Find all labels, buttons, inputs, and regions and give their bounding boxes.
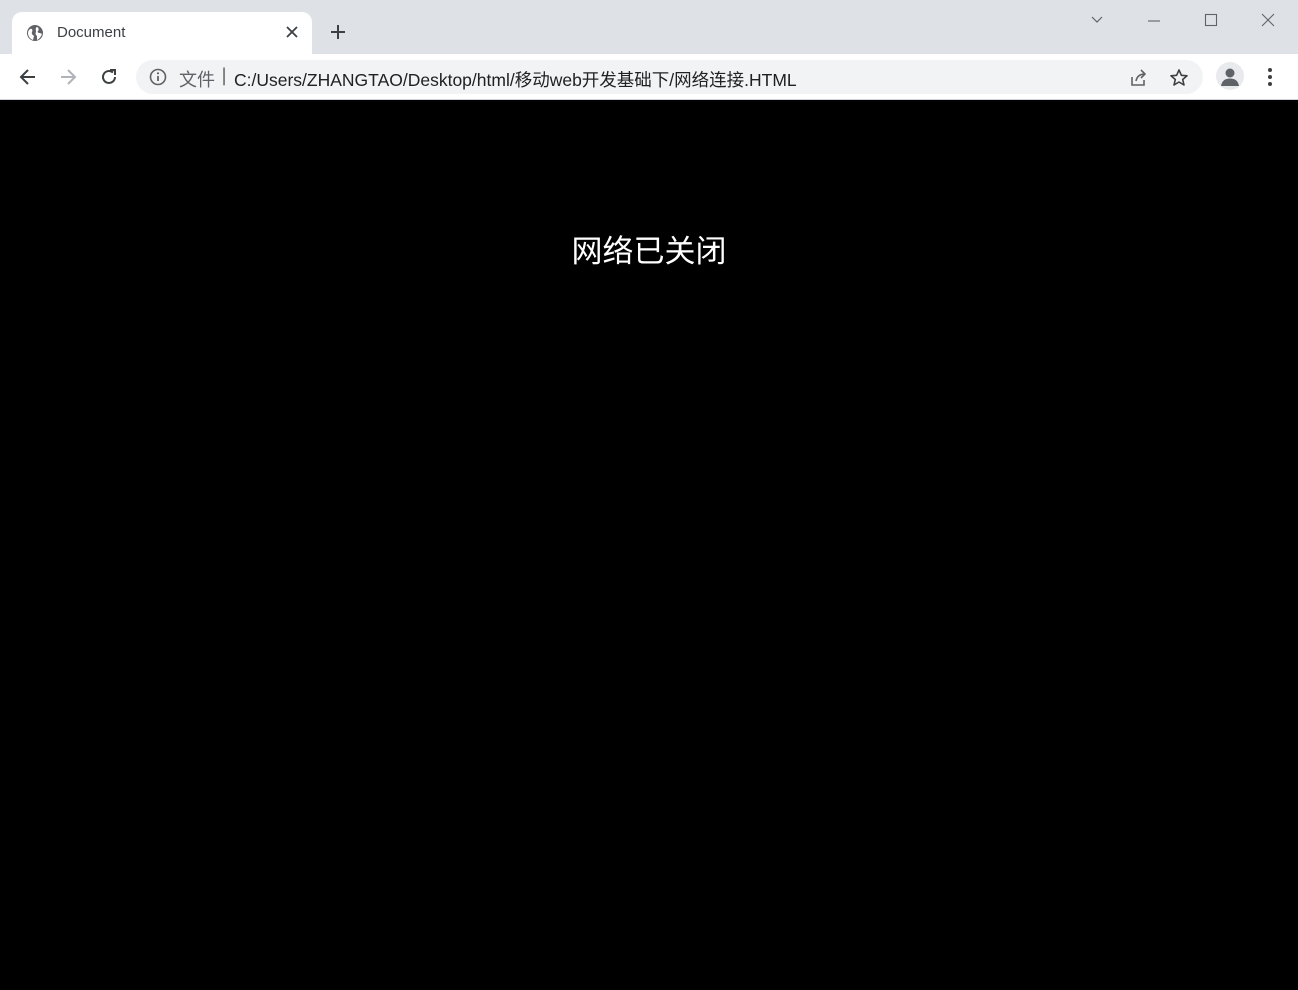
maximize-icon[interactable] <box>1199 8 1223 32</box>
network-status-message: 网络已关闭 <box>571 234 727 270</box>
star-icon[interactable] <box>1168 67 1190 89</box>
plus-icon[interactable] <box>326 20 350 44</box>
close-icon[interactable] <box>1256 8 1280 32</box>
browser-toolbar: 文件 | C:/Users/ZHANGTAO/Desktop/html/移动we… <box>0 54 1298 100</box>
separator: | <box>221 65 228 86</box>
page-content: 网络已关闭 <box>0 100 1298 990</box>
reload-icon[interactable] <box>96 64 122 90</box>
minimize-icon[interactable] <box>1142 8 1166 32</box>
url-text[interactable]: C:/Users/ZHANGTAO/Desktop/html/移动web开发基础… <box>234 67 797 92</box>
arrow-left-icon[interactable] <box>15 64 41 90</box>
chevron-down-icon[interactable] <box>1085 8 1109 32</box>
tab-strip: Document <box>0 0 1298 54</box>
info-icon[interactable] <box>149 68 167 86</box>
globe-icon <box>26 24 44 42</box>
browser-window: Document 文件 | C:/Users/ZHANGTAO/Desktop/… <box>0 0 1298 990</box>
address-bar[interactable]: 文件 | C:/Users/ZHANGTAO/Desktop/html/移动we… <box>136 60 1203 94</box>
avatar-icon[interactable] <box>1216 62 1244 90</box>
active-tab[interactable]: Document <box>12 12 312 54</box>
share-icon[interactable] <box>1128 67 1150 89</box>
arrow-right-icon[interactable] <box>55 64 81 90</box>
scheme-label: 文件 <box>179 70 215 91</box>
close-icon[interactable] <box>282 22 302 42</box>
kebab-menu-icon[interactable] <box>1258 64 1282 90</box>
tab-title: Document <box>57 24 126 41</box>
